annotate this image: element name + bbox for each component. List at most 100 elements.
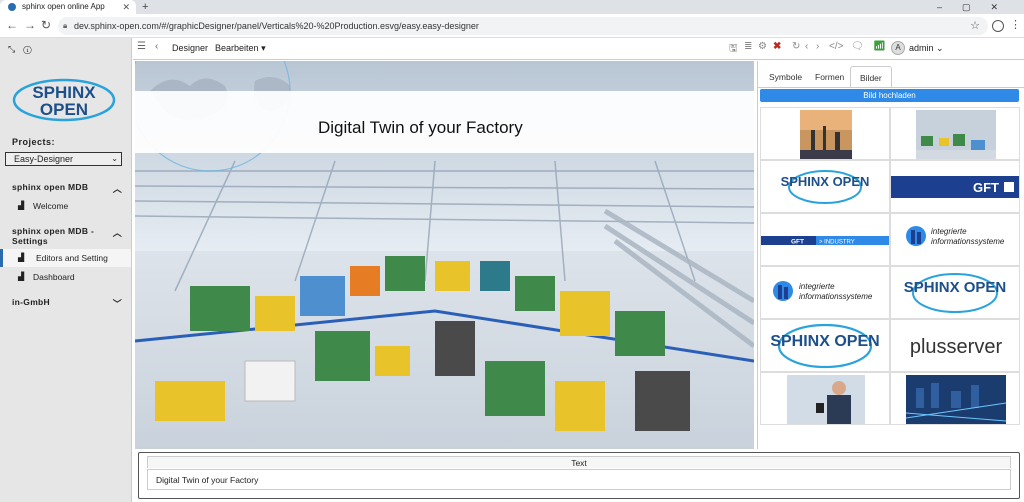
profile-icon[interactable] <box>992 20 1004 32</box>
chevron-down-icon: ⌄ <box>936 43 944 53</box>
new-tab-button[interactable]: + <box>142 0 148 14</box>
svg-text:OPEN: OPEN <box>40 100 88 119</box>
projects-label: Projects: <box>12 137 56 147</box>
lock-icon: 🔒︎ <box>63 21 68 30</box>
sidebar-top-icons: ⤡ⓘ <box>8 44 40 55</box>
chevron-left-icon[interactable]: ‹ <box>155 41 158 52</box>
sidebar-item-welcome[interactable]: ▟ Welcome <box>0 197 131 215</box>
image-thumb-businessman[interactable] <box>760 372 890 425</box>
app-toolbar: ☰ ‹ Designer Bearbeiten ▾ 🖫︎ ≣ ⚙︎ ✖ ↻ ‹ … <box>133 38 1024 60</box>
avatar[interactable]: A <box>891 41 905 55</box>
image-thumb-gft[interactable]: GFT <box>890 160 1020 213</box>
image-thumb-city-network[interactable] <box>890 372 1020 425</box>
back-icon[interactable]: ← <box>6 18 18 32</box>
edit-menu-label: Bearbeiten <box>215 43 259 53</box>
image-thumb-integrierte-2[interactable]: integrierte informationssysteme <box>760 266 890 319</box>
integrierte-logo: integrierte informationssysteme <box>906 226 1005 246</box>
text-value-input[interactable]: Digital Twin of your Factory <box>147 469 1011 490</box>
sphinx-open-logo: SPHINX OPEN <box>770 323 880 369</box>
bookmark-star-icon[interactable]: ☆ <box>970 17 980 35</box>
image-thumb-sphinx-logo[interactable]: SPHINX OPEN <box>760 160 890 213</box>
upload-image-button[interactable]: Bild hochladen <box>760 89 1019 102</box>
chevron-down-icon: ⌄ <box>111 154 118 163</box>
factory-photo <box>916 110 996 159</box>
svg-text:plusserver: plusserver <box>910 336 1003 358</box>
database-icon[interactable]: ≣ <box>744 41 752 52</box>
tab-formen[interactable]: Formen <box>806 66 853 88</box>
plusserver-logo: plusserver <box>910 336 1003 358</box>
sidebar-group-label: sphinx open MDB <box>12 182 89 192</box>
refresh-icon[interactable]: ↻ <box>792 41 800 52</box>
chevron-down-icon: ﹀ <box>112 299 122 309</box>
close-icon[interactable]: ✕ <box>122 0 130 14</box>
image-thumb-refinery[interactable] <box>760 107 890 160</box>
info-icon[interactable]: ⓘ <box>23 44 39 54</box>
browser-tab-title: sphinx open online App <box>22 2 105 11</box>
svg-text:SPHINX OPEN: SPHINX OPEN <box>904 279 1007 296</box>
chart-icon: ▟ <box>18 201 25 210</box>
notifications-icon[interactable]: 🗨︎ <box>851 41 864 52</box>
integrierte-logo: integrierte informationssysteme <box>773 281 873 301</box>
delete-icon[interactable]: ✖ <box>773 41 781 52</box>
sidebar-group-mdb[interactable]: sphinx open MDB ︿ <box>12 182 122 194</box>
project-select[interactable]: Easy-Designer ⌄ <box>5 152 122 166</box>
sidebar: ⤡ⓘ SPHINX OPEN Projects: Easy-Designer ⌄… <box>0 38 132 502</box>
text-panel-header: Text <box>147 456 1011 468</box>
browser-tabstrip: sphinx open online App ✕ + –▢✕ <box>0 0 1024 14</box>
browser-menu-icon[interactable]: ⋮ <box>1010 18 1021 31</box>
tab-bilder[interactable]: Bilder <box>850 66 892 88</box>
chevron-up-icon: ︿ <box>112 184 122 194</box>
url-text: dev.sphinx-open.com/#/graphicDesigner/pa… <box>74 21 479 31</box>
sidebar-item-editors-and-setting[interactable]: ▟ Editors and Setting <box>0 249 131 267</box>
caret-down-icon: ▾ <box>261 43 266 53</box>
sphinx-open-logo: SPHINX OPEN <box>904 273 1007 313</box>
sidebar-group-settings[interactable]: sphinx open MDB - Settings ︿ <box>12 226 122 246</box>
image-thumb-sphinx-logo-2[interactable]: SPHINX OPEN <box>890 266 1020 319</box>
url-input[interactable]: 🔒︎ dev.sphinx-open.com/#/graphicDesigner… <box>58 17 988 35</box>
svg-text:integrierte: integrierte <box>931 227 967 236</box>
image-thumb-sphinx-logo-3[interactable]: SPHINX OPEN <box>760 319 890 372</box>
gft-industry-logo: GFT > INDUSTRY <box>761 236 889 246</box>
svg-text:informationssysteme: informationssysteme <box>931 237 1005 246</box>
sidebar-group-label: in-GmbH <box>12 297 50 307</box>
tab-divider <box>758 87 1024 88</box>
reload-icon[interactable]: ↻ <box>41 18 51 32</box>
save-icon[interactable]: 🖫︎ <box>729 41 738 58</box>
favicon-icon <box>8 3 16 11</box>
edit-menu[interactable]: Bearbeiten ▾ <box>215 43 266 54</box>
expand-icon[interactable]: ⤡ <box>8 44 23 54</box>
user-menu[interactable]: admin ⌄ <box>909 43 944 54</box>
svg-text:GFT: GFT <box>791 239 804 246</box>
code-icon[interactable]: </> <box>829 41 843 52</box>
image-thumb-gft-industry[interactable]: GFT > INDUSTRY <box>760 213 890 266</box>
wifi-status-icon[interactable]: 📶︎ <box>873 41 886 52</box>
forward-icon[interactable]: → <box>24 18 36 32</box>
canvas-headline[interactable]: Digital Twin of your Factory <box>318 118 523 138</box>
window-controls[interactable]: –▢✕ <box>937 0 1018 14</box>
sidebar-item-label: Welcome <box>33 201 69 211</box>
browser-tab[interactable]: sphinx open online App ✕ <box>0 0 136 14</box>
city-network-photo <box>905 375 1007 424</box>
image-thumb-integrierte-1[interactable]: integrierte informationssysteme <box>890 213 1020 266</box>
sphinx-open-logo: SPHINX OPEN <box>12 78 116 122</box>
image-thumb-factory[interactable] <box>890 107 1020 160</box>
designer-label: Designer <box>172 43 209 53</box>
svg-text:GFT: GFT <box>973 180 999 195</box>
sidebar-group-in-gmbh[interactable]: in-GmbH ﹀ <box>12 297 122 309</box>
tab-symbole[interactable]: Symbole <box>760 66 811 88</box>
chevron-right-icon[interactable]: › <box>816 41 819 52</box>
chevron-left-icon[interactable]: ‹ <box>805 41 808 52</box>
library-panel: Symbole Formen Bilder Bild hochladen SPH… <box>757 61 1024 449</box>
gear-icon[interactable]: ⚙︎ <box>758 41 767 52</box>
sidebar-item-label: Editors and Setting <box>36 253 108 263</box>
design-canvas[interactable]: Digital Twin of your Factory <box>135 61 754 449</box>
gft-logo: GFT <box>891 176 1019 198</box>
chart-icon: ▟ <box>18 272 25 281</box>
sidebar-item-label: Dashboard <box>33 272 75 282</box>
address-bar: ← → ↻ 🔒︎ dev.sphinx-open.com/#/graphicDe… <box>0 14 1024 38</box>
chart-icon: ▟ <box>18 253 25 262</box>
user-name: admin <box>909 43 934 53</box>
hamburger-menu-icon[interactable]: ☰ <box>137 41 146 52</box>
image-thumb-plusserver[interactable]: plusserver <box>890 319 1020 372</box>
sidebar-item-dashboard[interactable]: ▟ Dashboard <box>0 268 131 286</box>
